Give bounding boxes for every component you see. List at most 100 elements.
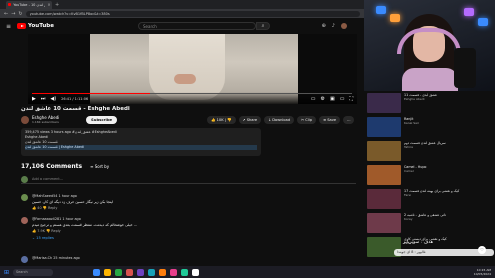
- bell-icon[interactable]: ♪: [332, 23, 335, 29]
- next-icon[interactable]: ⏭: [41, 96, 46, 102]
- microphone: [454, 48, 476, 88]
- like-button[interactable]: 👍 10K | 👎: [207, 116, 236, 124]
- browser-tab[interactable]: YouTube - 10 عاشق لندن ×: [6, 0, 52, 9]
- progress-fill: [32, 93, 151, 94]
- description-line: قسمت 10 عاشق لندن | Eshghe Abedi: [25, 145, 257, 150]
- save-button[interactable]: ≡ Save: [319, 116, 341, 124]
- taskbar-app-icon[interactable]: [126, 268, 134, 276]
- url-field[interactable]: youtube.com/watch?v=KvB1fBLP8oc&t=380s: [25, 10, 360, 17]
- comment-author[interactable]: @Farnaaaaz4281 1 hour ago: [32, 217, 81, 221]
- youtube-play-icon: [17, 23, 27, 29]
- comment-meta[interactable]: 👍 40 👎 Reply: [32, 206, 57, 210]
- recommended-video[interactable]: Ranjit Kanal Sari: [365, 115, 495, 139]
- windows-start-icon[interactable]: ⊞: [4, 269, 9, 276]
- settings-icon[interactable]: ⚙: [321, 96, 325, 102]
- video-title: قسمت 10 عاشق لندن - Eshghe Abedi: [21, 106, 130, 112]
- forward-icon[interactable]: →: [11, 11, 15, 17]
- video-channel: Eshghe Abedi: [404, 97, 425, 101]
- youtube-favicon-icon: [8, 3, 12, 6]
- video-thumbnail[interactable]: [367, 213, 401, 233]
- taskbar-app-icon[interactable]: [181, 268, 189, 276]
- video-channel: Koray: [404, 217, 413, 221]
- taskbar-app-icon[interactable]: [137, 268, 145, 276]
- light-panel: [376, 6, 386, 14]
- header-icons: ⊕ ♪: [322, 23, 347, 29]
- hamburger-menu-icon[interactable]: ≡: [6, 23, 11, 30]
- address-bar: ← → ↻ youtube.com/watch?v=KvB1fBLP8oc&t=…: [0, 9, 364, 18]
- description-box[interactable]: 359,475 views 3 hours ago #عشق_لندن #Esh…: [21, 128, 261, 156]
- taskbar-app-icon[interactable]: [170, 268, 178, 276]
- close-icon[interactable]: ×: [47, 2, 50, 7]
- download-button[interactable]: ↓ Download: [264, 116, 295, 124]
- recommended-video[interactable]: عشق ابدی - قسمت 11 Eshghe Abedi: [365, 91, 495, 115]
- theater-icon[interactable]: ▭: [340, 96, 345, 102]
- light-panel: [390, 14, 400, 22]
- controls-right: ▭ ⚙ ▣ ▭ ⛶: [311, 96, 353, 102]
- comment-author[interactable]: @MahSaeed54 1 hour ago: [32, 194, 77, 198]
- comment-text: اینجا بکن زیر نیگار حسین حرف زد دیگه ای …: [32, 200, 114, 204]
- youtube-logo[interactable]: YouTube: [17, 23, 54, 29]
- recommended-video[interactable]: Camel - Hupo Camel: [365, 163, 495, 187]
- webcam-overlay: [364, 0, 495, 91]
- comment-avatar[interactable]: [21, 256, 28, 263]
- create-icon[interactable]: ⊕: [322, 23, 326, 29]
- comment-avatar[interactable]: [21, 217, 28, 224]
- search-input[interactable]: Search: [138, 22, 256, 30]
- recommended-video[interactable]: کیک و نقشی برای بهینه لندن قسمت 17 Farsi: [365, 187, 495, 211]
- miniplayer-icon[interactable]: ▣: [330, 96, 335, 102]
- taskbar-search[interactable]: Search: [13, 268, 54, 276]
- clip-label: Clip: [305, 118, 313, 122]
- comment-avatar[interactable]: [21, 194, 28, 201]
- taskbar-app-icon[interactable]: [148, 268, 156, 276]
- taskbar-apps: [93, 268, 200, 276]
- captions-icon[interactable]: ▭: [311, 96, 316, 102]
- volume-icon[interactable]: ◀): [50, 96, 56, 102]
- progress-bar[interactable]: [32, 93, 352, 94]
- comment-author[interactable]: @Marisa.Ch 25 minutes ago: [32, 256, 80, 260]
- taskbar-app-icon[interactable]: [192, 268, 200, 276]
- video-thumbnail[interactable]: [367, 165, 401, 185]
- taskbar-app-icon[interactable]: [93, 268, 101, 276]
- save-label: Save: [327, 118, 337, 122]
- reload-icon[interactable]: ↻: [18, 11, 22, 17]
- sort-button[interactable]: ≡ Sort by: [90, 164, 109, 169]
- video-channel: Tahira: [404, 145, 413, 149]
- logo-text: YouTube: [28, 23, 54, 29]
- comment-text: خیلی خوشحالم که دیدمت. منتظر قسمت بعدی ه…: [32, 223, 138, 227]
- taskbar-app-icon[interactable]: [115, 268, 123, 276]
- clock-date: 10/05/2024: [473, 272, 491, 276]
- video-thumbnail[interactable]: [367, 141, 401, 161]
- back-icon[interactable]: ←: [4, 11, 8, 17]
- play-icon[interactable]: ▶: [32, 96, 36, 102]
- video-player[interactable]: ▶ ⏭ ◀) 26:41 / 1:11:06 ▭ ⚙ ▣ ▭ ⛶: [28, 34, 357, 104]
- add-comment[interactable]: Add a comment...: [21, 175, 356, 184]
- search-icon[interactable]: ⌕: [256, 22, 270, 30]
- sort-label: Sort by: [94, 164, 110, 169]
- avatar: [21, 175, 28, 183]
- comment: @Farnaaaaz4281 1 hour ago خیلی خوشحالم ک…: [21, 217, 356, 247]
- replies-button[interactable]: ⌄ 15 replies: [32, 236, 54, 240]
- screen: YouTube - 10 عاشق لندن × + ← → ↻ youtube…: [0, 0, 495, 278]
- subscribe-button[interactable]: Subscribe: [86, 116, 118, 124]
- like-count: 10K: [216, 118, 224, 122]
- video-thumbnail[interactable]: [367, 189, 401, 209]
- taskbar-app-icon[interactable]: [159, 268, 167, 276]
- new-tab-icon[interactable]: +: [55, 2, 59, 8]
- avatar[interactable]: [341, 23, 347, 29]
- clip-button[interactable]: ✂ Clip: [297, 116, 317, 124]
- video-thumbnail[interactable]: [367, 117, 401, 137]
- channel-avatar[interactable]: [21, 115, 29, 124]
- recommended-video[interactable]: سریال عشق لندن قسمت دوم Tahira: [365, 139, 495, 163]
- share-label: Share: [246, 118, 258, 122]
- comment-meta[interactable]: 👍 7.9K 👎 Reply: [32, 229, 61, 233]
- search-placeholder: Search: [143, 23, 157, 29]
- fullscreen-icon[interactable]: ⛶: [349, 96, 353, 102]
- heart-icon: ♡: [478, 246, 486, 254]
- recommended-video[interactable]: تاتی عشقی و عاشق - تاشبه 2 Koray: [365, 211, 495, 235]
- taskbar-app-icon[interactable]: [104, 268, 112, 276]
- video-info: Ranjit Kanal Sari: [404, 117, 492, 125]
- video-thumbnail[interactable]: [367, 93, 401, 113]
- share-button[interactable]: ↗ Share: [238, 116, 262, 124]
- more-button[interactable]: ...: [343, 116, 355, 124]
- video-info: عشق ابدی - قسمت 11 Eshghe Abedi: [404, 93, 492, 101]
